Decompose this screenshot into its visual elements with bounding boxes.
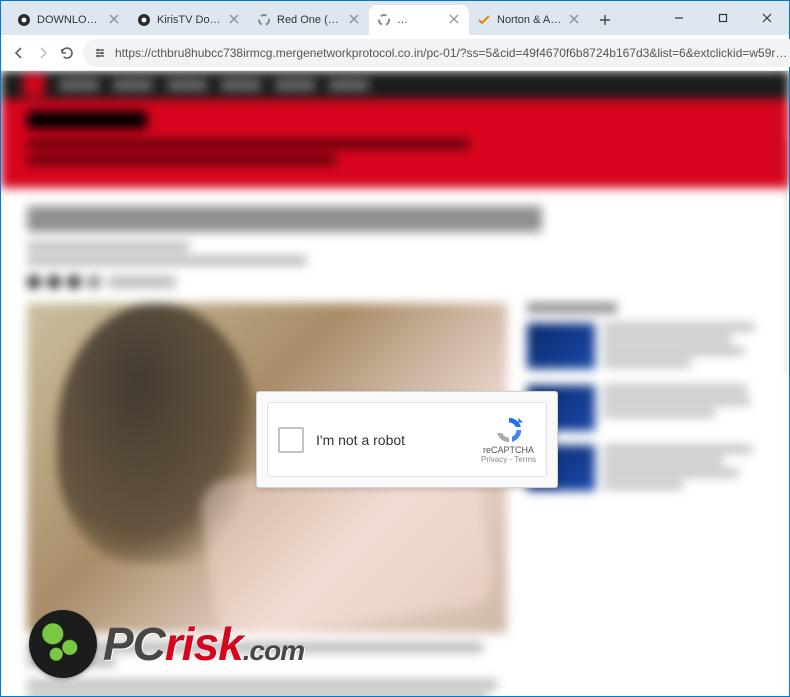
sidebar-story bbox=[527, 445, 763, 493]
minimize-button[interactable] bbox=[657, 1, 701, 35]
tab-download-red[interactable]: DOWNLOAD: Red ( bbox=[9, 5, 129, 35]
site-settings-icon[interactable] bbox=[93, 46, 107, 60]
sidebar-story bbox=[527, 385, 763, 431]
favicon-circle-icon bbox=[137, 13, 151, 27]
recaptcha-icon bbox=[494, 415, 524, 445]
close-icon[interactable] bbox=[349, 14, 361, 26]
close-window-button[interactable] bbox=[745, 1, 789, 35]
url-field[interactable]: https://cthbru8hubcc738irmcg.mergenetwor… bbox=[83, 39, 790, 67]
spinner-icon bbox=[257, 13, 271, 27]
nav-item bbox=[221, 80, 261, 90]
nav-item bbox=[329, 80, 369, 90]
site-topbar bbox=[1, 71, 789, 99]
close-icon[interactable] bbox=[109, 14, 121, 26]
check-icon bbox=[477, 13, 491, 27]
recaptcha-brand-text: reCAPTCHA bbox=[483, 445, 534, 455]
spinner-icon bbox=[377, 13, 391, 27]
recaptcha-anchor[interactable]: I'm not a robot reCAPTCHA Privacy - Term… bbox=[267, 402, 547, 477]
recaptcha-links[interactable]: Privacy - Terms bbox=[481, 455, 536, 464]
nav-item bbox=[113, 80, 153, 90]
breaking-banner bbox=[1, 99, 789, 188]
tab-norton[interactable]: Norton & AntiVirus bbox=[469, 5, 589, 35]
tab-title: Red One (2024)… bbox=[277, 14, 343, 26]
recaptcha-brand: reCAPTCHA Privacy - Terms bbox=[481, 415, 536, 464]
close-icon[interactable] bbox=[569, 14, 581, 26]
nav-item bbox=[59, 80, 99, 90]
forward-button[interactable] bbox=[35, 40, 51, 66]
recaptcha-label: I'm not a robot bbox=[316, 432, 469, 448]
sidebar bbox=[527, 303, 763, 633]
address-bar: https://cthbru8hubcc738irmcg.mergenetwor… bbox=[1, 35, 789, 71]
tab-title: DOWNLOAD: Red ( bbox=[37, 14, 103, 26]
tab-red-one[interactable]: Red One (2024)… bbox=[249, 5, 369, 35]
share-bar bbox=[27, 275, 763, 289]
favicon-circle-icon bbox=[17, 13, 31, 27]
close-icon[interactable] bbox=[449, 14, 461, 26]
nav-item bbox=[275, 80, 315, 90]
recaptcha-checkbox[interactable] bbox=[278, 427, 304, 453]
site-logo bbox=[23, 74, 45, 96]
tab-active[interactable]: … bbox=[369, 5, 469, 35]
maximize-button[interactable] bbox=[701, 1, 745, 35]
background-page bbox=[1, 71, 789, 696]
tab-kiristv[interactable]: KirisTV Download | bbox=[129, 5, 249, 35]
page-viewport: I'm not a robot reCAPTCHA Privacy - Term… bbox=[1, 71, 789, 696]
reload-button[interactable] bbox=[59, 40, 75, 66]
browser-window: DOWNLOAD: Red ( KirisTV Download | Red O… bbox=[0, 0, 790, 697]
recaptcha-widget: I'm not a robot reCAPTCHA Privacy - Term… bbox=[256, 391, 558, 488]
nav-item bbox=[167, 80, 207, 90]
tab-title: Norton & AntiVirus bbox=[497, 14, 563, 26]
tab-title: … bbox=[397, 14, 443, 26]
close-icon[interactable] bbox=[229, 14, 241, 26]
back-button[interactable] bbox=[11, 40, 27, 66]
article-headline bbox=[27, 206, 542, 232]
tab-title: KirisTV Download | bbox=[157, 14, 223, 26]
sidebar-story bbox=[527, 323, 763, 371]
new-tab-button[interactable] bbox=[593, 8, 617, 32]
window-controls bbox=[657, 1, 789, 35]
url-text: https://cthbru8hubcc738irmcg.mergenetwor… bbox=[115, 46, 787, 60]
tab-strip: DOWNLOAD: Red ( KirisTV Download | Red O… bbox=[1, 1, 789, 35]
